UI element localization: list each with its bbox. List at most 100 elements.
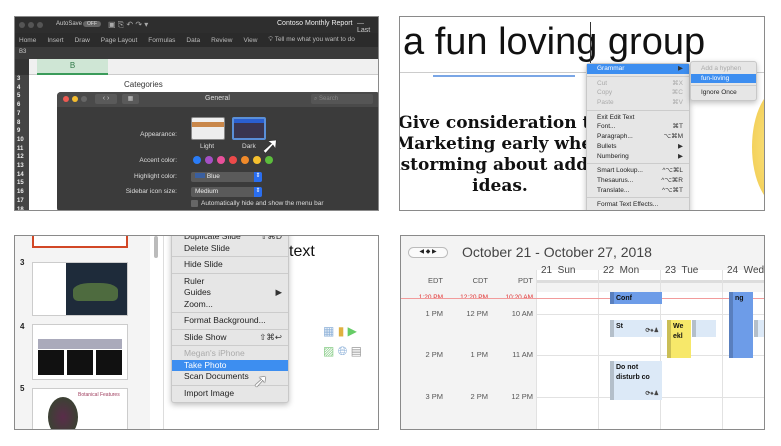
menu-item-import-image[interactable]: Import Image xyxy=(172,388,288,400)
highlight-color-select[interactable]: Blue ⇕ xyxy=(191,172,262,182)
accent-color-swatch[interactable] xyxy=(217,156,225,164)
row-header[interactable]: 4 xyxy=(17,84,29,93)
row-header[interactable]: 13 xyxy=(17,162,29,171)
slide-thumbnail-4[interactable] xyxy=(32,324,128,380)
smartart-icon[interactable]: ▶ xyxy=(348,324,357,338)
menu-item-duplicate-slide[interactable]: Duplicate Slide ⇧⌘D xyxy=(172,236,288,243)
row-header[interactable]: 12 xyxy=(17,153,29,162)
slide-title-text[interactable]: text xyxy=(289,243,315,261)
tell-me-search[interactable]: 💡︎ Tell me what you want to do xyxy=(268,36,354,44)
accent-color-swatch[interactable] xyxy=(193,156,201,164)
row-header[interactable]: 18 xyxy=(17,206,29,210)
menu-item-guides[interactable]: Guides ▶ xyxy=(172,287,288,299)
menu-item-take-photo[interactable]: Take Photo xyxy=(172,359,288,371)
close-button[interactable] xyxy=(19,22,25,28)
menubar-checkbox[interactable] xyxy=(191,200,198,207)
menu-item-paragraph[interactable]: Paragraph... ⌥⌘M xyxy=(587,132,689,142)
menu-item-hide-slide[interactable]: Hide Slide xyxy=(172,259,288,271)
back-forward-buttons[interactable]: ‹ › xyxy=(95,94,117,104)
event-conference[interactable]: Conf xyxy=(610,292,662,304)
day-header[interactable]: 22 Mon xyxy=(603,265,639,276)
tab-insert[interactable]: Insert xyxy=(47,37,63,44)
search-input[interactable]: ⌕ Search xyxy=(311,94,373,104)
menu-item-translate[interactable]: Translate... ^⌥⌘T xyxy=(587,186,689,196)
today-icon[interactable]: ◆ xyxy=(426,249,431,255)
menu-item-delete-slide[interactable]: Delete Slide xyxy=(172,243,288,255)
menu-item-scan-documents[interactable]: Scan Documents xyxy=(172,371,288,383)
close-button[interactable] xyxy=(63,96,69,102)
video-icon[interactable]: ▤ xyxy=(351,344,362,358)
sidebar-icon-size-select[interactable]: Medium ⇕ xyxy=(191,187,262,197)
day-header[interactable]: 21 Sun xyxy=(541,265,575,276)
table-icon[interactable]: ▦ xyxy=(323,324,334,338)
row-header[interactable]: 3 xyxy=(17,75,29,84)
ignore-once-item[interactable]: Ignore Once xyxy=(691,88,756,98)
row-header[interactable]: 7 xyxy=(17,110,29,119)
menu-item-format-background[interactable]: Format Background... xyxy=(172,315,288,327)
online-picture-icon[interactable]: 🌐︎ xyxy=(338,344,348,358)
accent-color-swatch[interactable] xyxy=(229,156,237,164)
slide-thumbnail-5[interactable]: Botanical Features xyxy=(32,388,128,429)
content-placeholder-icons[interactable]: ▦ ▮ ▶ ▨ 🌐︎ ▤ xyxy=(323,321,362,361)
menu-item-exit-edit-text[interactable]: Exit Edit Text xyxy=(587,113,689,123)
autosave-toggle[interactable]: OFF xyxy=(83,21,101,27)
menu-item-format-text-effects[interactable]: Format Text Effects... xyxy=(587,200,689,210)
event-weekly[interactable]: We ekl xyxy=(667,320,691,358)
slide-thumbnail-3[interactable] xyxy=(32,262,128,316)
row-header[interactable]: 5 xyxy=(17,92,29,101)
menu-item-ruler[interactable]: Ruler xyxy=(172,276,288,288)
menu-item-thesaurus[interactable]: Thesaurus... ^⌥⌘R xyxy=(587,176,689,186)
tab-view[interactable]: View xyxy=(243,37,257,44)
tab-review[interactable]: Review xyxy=(211,37,232,44)
column-b-header[interactable]: B xyxy=(37,59,108,75)
menu-item-grammar[interactable]: Grammar ▶ xyxy=(587,64,689,74)
event-wed-2[interactable] xyxy=(754,320,764,337)
accent-color-swatch[interactable] xyxy=(265,156,273,164)
tab-draw[interactable]: Draw xyxy=(75,37,90,44)
previous-week-icon[interactable]: ◀ xyxy=(419,249,424,255)
zoom-button[interactable] xyxy=(37,22,43,28)
accent-color-swatch[interactable] xyxy=(205,156,213,164)
row-header[interactable]: 17 xyxy=(17,197,29,206)
minimize-button[interactable] xyxy=(28,22,34,28)
tab-page-layout[interactable]: Page Layout xyxy=(101,37,138,44)
row-header[interactable]: 9 xyxy=(17,127,29,136)
row-header[interactable]: 8 xyxy=(17,119,29,128)
tab-home[interactable]: Home xyxy=(19,37,36,44)
categories-cell[interactable]: Categories xyxy=(124,80,163,89)
chart-icon[interactable]: ▮ xyxy=(338,324,345,338)
event-do-not-disturb[interactable]: Do not disturb co ⟳♠♟ xyxy=(610,361,662,400)
day-header[interactable]: 23 Tue xyxy=(665,265,698,276)
menu-item-smart-lookup[interactable]: Smart Lookup... ^⌥⌘L xyxy=(587,166,689,176)
accent-color-swatch[interactable] xyxy=(241,156,249,164)
name-box[interactable]: B3 xyxy=(19,49,26,55)
row-header[interactable]: 16 xyxy=(17,188,29,197)
event-tue-2[interactable] xyxy=(692,320,716,337)
calendar-nav-buttons[interactable]: ◀ ◆ ▶ xyxy=(408,247,448,258)
accent-color-swatch[interactable] xyxy=(253,156,261,164)
tab-formulas[interactable]: Formulas xyxy=(148,37,175,44)
next-week-icon[interactable]: ▶ xyxy=(432,249,437,255)
zoom-button[interactable] xyxy=(81,96,87,102)
row-header[interactable]: 10 xyxy=(17,136,29,145)
tab-data[interactable]: Data xyxy=(186,37,200,44)
minimize-button[interactable] xyxy=(72,96,78,102)
select-all-corner[interactable] xyxy=(15,59,29,75)
heading-text[interactable]: a fun loving group xyxy=(403,21,705,64)
day-header[interactable]: 24 Wed xyxy=(727,265,764,276)
thumbnail-scrollbar[interactable] xyxy=(154,236,158,258)
menu-item-numbering[interactable]: Numbering ▶ xyxy=(587,152,689,162)
picture-icon[interactable]: ▨ xyxy=(323,344,334,358)
event-st[interactable]: St ⟳♠♟ xyxy=(610,320,662,337)
row-header[interactable]: 6 xyxy=(17,101,29,110)
row-header[interactable]: 11 xyxy=(17,145,29,154)
menu-item-slide-show[interactable]: Slide Show ⇧⌘↩ xyxy=(172,332,288,344)
menu-item-zoom[interactable]: Zoom... xyxy=(172,299,288,311)
toolbar-icons[interactable]: ▣ ⎘ ↶ ↷ ▾ xyxy=(108,20,148,30)
slide-thumbnail-2-selected[interactable] xyxy=(32,236,128,248)
menu-item-bullets[interactable]: Bullets ▶ xyxy=(587,142,689,152)
show-all-grid-icon[interactable]: ▦ xyxy=(122,94,139,104)
event-meeting[interactable]: ng xyxy=(729,292,753,358)
row-header[interactable]: 14 xyxy=(17,171,29,180)
menu-item-font[interactable]: Font... ⌘T xyxy=(587,122,689,132)
